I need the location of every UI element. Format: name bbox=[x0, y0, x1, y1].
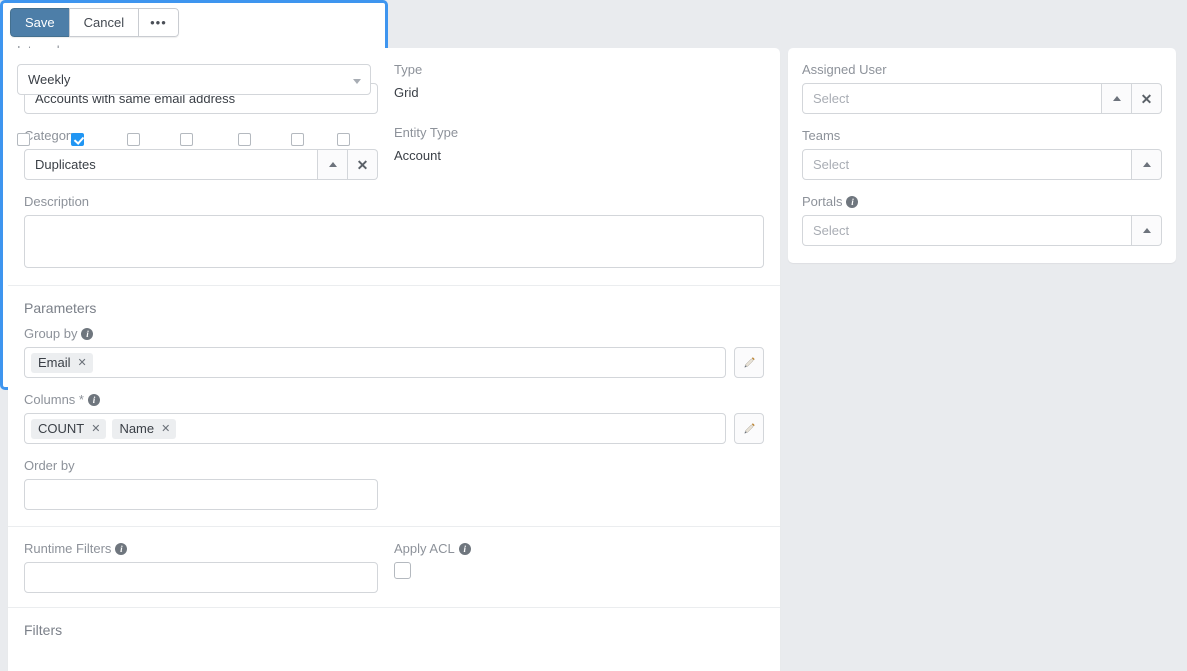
checkbox-icon[interactable] bbox=[127, 133, 141, 146]
teams-expand-button[interactable] bbox=[1132, 149, 1162, 180]
description-label: Description bbox=[24, 194, 90, 209]
portals-label: Portals i bbox=[802, 194, 1162, 210]
assigned-user-field: Assigned User ✕ bbox=[802, 62, 1162, 114]
checkbox-icon[interactable] bbox=[237, 133, 251, 146]
info-icon: i bbox=[87, 394, 100, 406]
type-field: Type Grid bbox=[394, 62, 748, 103]
teams-label: Teams bbox=[802, 128, 841, 143]
chip[interactable]: Email ✕ bbox=[31, 352, 93, 373]
chip-remove-icon[interactable]: ✕ bbox=[91, 421, 100, 437]
description-textarea[interactable] bbox=[24, 215, 764, 268]
assignment-panel: Assigned User ✕ Teams bbox=[788, 48, 1176, 263]
ellipsis-icon: ••• bbox=[150, 14, 167, 30]
checkbox-icon[interactable] bbox=[17, 133, 30, 146]
type-value: Grid bbox=[394, 85, 419, 100]
caret-up-icon bbox=[1142, 162, 1151, 167]
entity-type-field: Entity Type Account bbox=[394, 125, 748, 166]
info-icon: i bbox=[458, 543, 471, 555]
columns-edit-button[interactable] bbox=[734, 413, 764, 444]
more-actions-button[interactable]: ••• bbox=[138, 8, 179, 37]
group-by-field: Group by i Email ✕ bbox=[24, 326, 764, 378]
chevron-down-icon bbox=[353, 79, 361, 84]
portals-input[interactable] bbox=[802, 215, 1132, 246]
save-button[interactable]: Save bbox=[10, 8, 70, 37]
caret-up-icon bbox=[1142, 228, 1151, 233]
entity-type-value: Account bbox=[394, 148, 441, 163]
portals-expand-button[interactable] bbox=[1132, 215, 1162, 246]
chip[interactable]: Name ✕ bbox=[112, 418, 177, 439]
apply-acl-field: Apply ACL i bbox=[394, 541, 748, 580]
group-by-edit-button[interactable] bbox=[734, 347, 764, 378]
checkbox-checked-icon[interactable] bbox=[71, 133, 85, 146]
chip[interactable]: COUNT ✕ bbox=[31, 418, 107, 439]
main-detail-panel: Name * Category ✕ bbox=[8, 48, 780, 671]
runtime-filters-field: Runtime Filters i bbox=[24, 541, 378, 593]
group-by-label: Group by i bbox=[24, 326, 764, 342]
interval-select[interactable]: Weekly bbox=[17, 64, 371, 95]
assigned-user-input[interactable] bbox=[802, 83, 1102, 114]
category-input[interactable] bbox=[24, 149, 318, 180]
interval-value: Weekly bbox=[28, 72, 71, 87]
order-by-field: Order by bbox=[24, 458, 764, 510]
order-by-input[interactable] bbox=[24, 479, 378, 510]
group-by-chipbox[interactable]: Email ✕ bbox=[24, 347, 726, 378]
entity-type-label: Entity Type bbox=[394, 125, 459, 140]
columns-chipbox[interactable]: COUNT ✕ Name ✕ bbox=[24, 413, 726, 444]
runtime-filters-input[interactable] bbox=[24, 562, 378, 593]
portals-field: Portals i bbox=[802, 194, 1162, 246]
filters-section: Filters bbox=[8, 608, 780, 652]
category-expand-button[interactable] bbox=[318, 149, 348, 180]
filters-title: Filters bbox=[24, 622, 63, 638]
category-clear-button[interactable]: ✕ bbox=[348, 149, 378, 180]
clear-x-icon: ✕ bbox=[356, 156, 369, 173]
info-icon: i bbox=[81, 328, 94, 340]
info-icon: i bbox=[115, 543, 128, 555]
caret-up-icon bbox=[328, 162, 337, 167]
clear-x-icon: ✕ bbox=[1140, 90, 1153, 107]
type-label: Type bbox=[394, 62, 423, 77]
report-edit-screen: Save Cancel ••• Name * Category bbox=[0, 0, 1187, 671]
caret-up-icon bbox=[1112, 96, 1121, 101]
cancel-button[interactable]: Cancel bbox=[68, 8, 140, 37]
order-by-label: Order by bbox=[24, 458, 75, 473]
runtime-filters-label: Runtime Filters i bbox=[24, 541, 378, 557]
chip-remove-icon[interactable]: ✕ bbox=[161, 421, 170, 437]
apply-acl-checkbox[interactable] bbox=[394, 562, 411, 579]
info-icon: i bbox=[846, 196, 859, 208]
columns-label: Columns * i bbox=[24, 392, 764, 408]
checkbox-icon[interactable] bbox=[337, 133, 351, 146]
pencil-icon bbox=[744, 357, 755, 368]
apply-acl-label: Apply ACL i bbox=[394, 541, 748, 557]
chip-remove-icon[interactable]: ✕ bbox=[78, 355, 87, 371]
description-field: Description bbox=[24, 194, 764, 271]
assigned-user-label: Assigned User bbox=[802, 62, 887, 77]
assignment-section: Assigned User ✕ Teams bbox=[788, 48, 1176, 258]
runtime-section: Runtime Filters i Apply ACL i bbox=[8, 527, 780, 608]
assigned-user-clear-button[interactable]: ✕ bbox=[1132, 83, 1162, 114]
parameters-section: Parameters Group by i Email ✕ Columns * … bbox=[8, 286, 780, 527]
teams-field: Teams bbox=[802, 128, 1162, 180]
checkbox-icon[interactable] bbox=[291, 133, 305, 146]
action-toolbar: Save Cancel ••• bbox=[10, 8, 179, 37]
pencil-icon bbox=[744, 423, 755, 434]
assigned-user-expand-button[interactable] bbox=[1102, 83, 1132, 114]
checkbox-icon[interactable] bbox=[180, 133, 194, 146]
teams-input[interactable] bbox=[802, 149, 1132, 180]
columns-field: Columns * i COUNT ✕ Name ✕ bbox=[24, 392, 764, 444]
parameters-title: Parameters bbox=[24, 300, 97, 316]
